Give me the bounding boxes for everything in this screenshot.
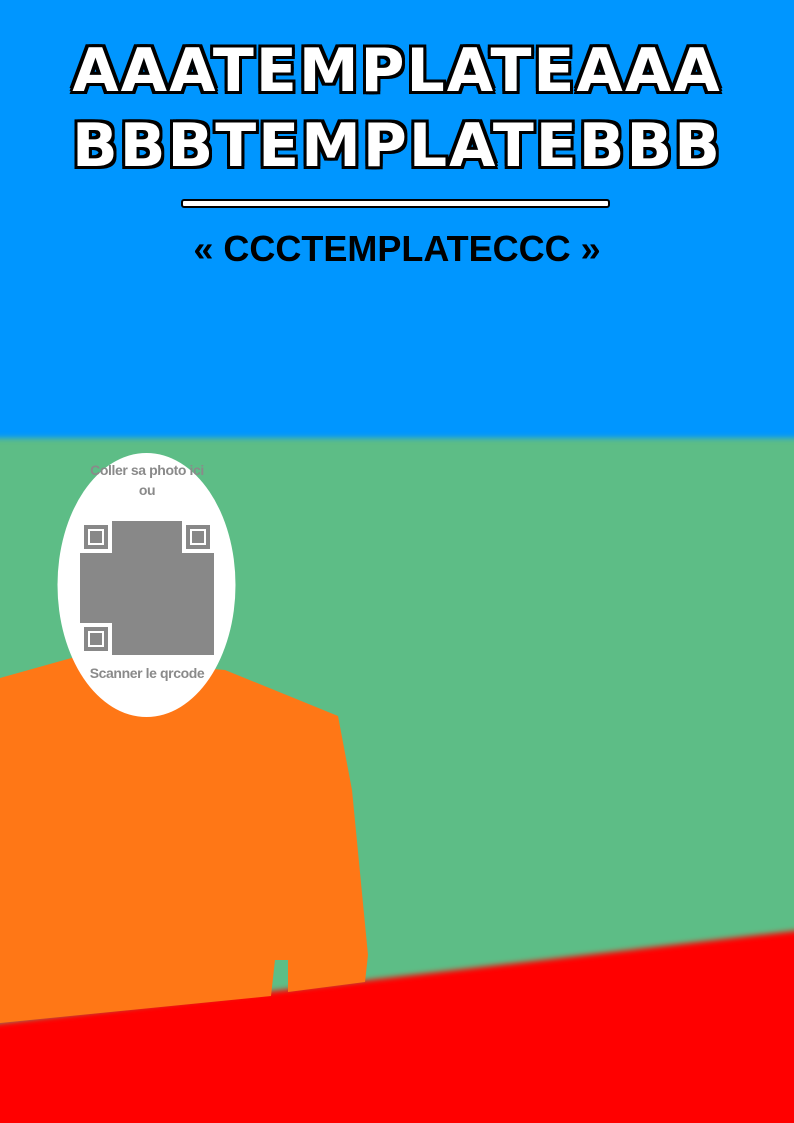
figure-silhouette — [0, 657, 368, 1023]
qr-code-icon — [80, 521, 214, 655]
subtitle: « CCCTEMPLATECCC » — [193, 228, 601, 269]
poster-template: AAATEMPLATEAAA BBBTEMPLATEBBB « CCCTEMPL… — [0, 0, 794, 1123]
qr-scan-instruction: Scanner le qrcode — [89, 665, 205, 681]
title-line-1: AAATEMPLATEAAA — [72, 36, 722, 106]
title-line-2: BBBTEMPLATEBBB — [72, 111, 722, 181]
title-divider — [181, 199, 610, 208]
photo-placeholder-instruction: Coller sa photo ici ou — [90, 462, 204, 498]
